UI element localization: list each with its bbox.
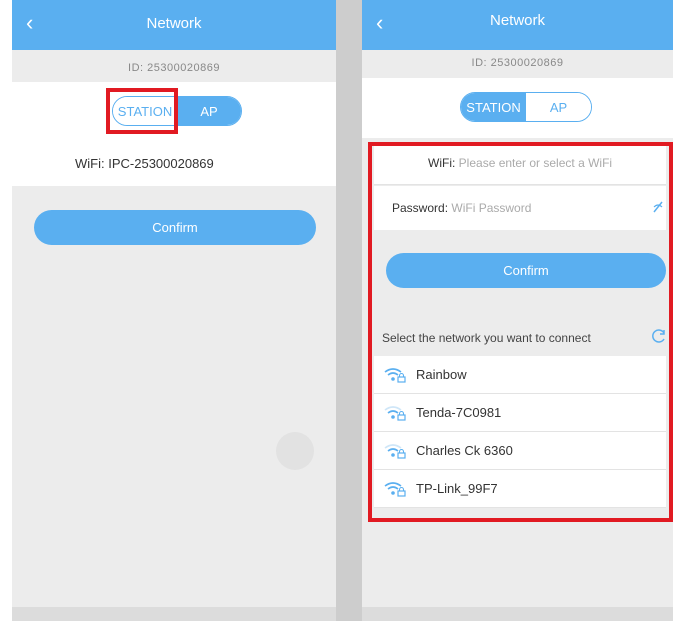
wifi-field[interactable]: WiFi: Please enter or select a WiFi <box>374 146 666 185</box>
network-name: Tenda-7C0981 <box>416 405 502 420</box>
page-title: Network <box>146 15 202 32</box>
header: ‹ Network <box>362 0 673 50</box>
network-name: Rainbow <box>416 367 467 382</box>
wifi-lock-icon <box>384 405 406 421</box>
mode-toggle[interactable]: STATION AP <box>460 92 592 122</box>
wifi-row: WiFi: IPC-25300020869 <box>75 156 214 171</box>
ap-tab[interactable]: AP <box>177 97 241 125</box>
refresh-icon[interactable] <box>651 328 667 344</box>
wifi-label: WiFi: <box>428 156 456 170</box>
left-screen: ‹ Network ID: 25300020869 STATION AP WiF… <box>12 0 336 621</box>
wifi-lock-icon <box>384 443 406 459</box>
page-title: Network <box>489 12 545 29</box>
confirm-button[interactable]: Confirm <box>386 253 666 288</box>
divider <box>336 0 362 621</box>
network-name: TP-Link_99F7 <box>416 481 498 496</box>
station-tab[interactable]: STATION <box>461 93 526 121</box>
password-label: Password: <box>392 201 449 215</box>
header: ‹ Network <box>12 0 336 50</box>
mode-section: STATION AP WiFi: IPC-25300020869 <box>12 82 336 186</box>
mode-section: STATION AP <box>362 78 673 138</box>
password-field[interactable]: Password: WiFi Password <box>374 186 666 230</box>
password-row: Password: WiFi Password <box>392 201 531 215</box>
station-tab[interactable]: STATION <box>113 97 177 125</box>
device-id: ID: 25300020869 <box>128 62 220 74</box>
network-item[interactable]: Charles Ck 6360 <box>374 432 666 470</box>
wifi-value: IPC-25300020869 <box>108 156 214 171</box>
device-id: ID: 25300020869 <box>471 57 564 69</box>
bottom-bar <box>362 607 673 621</box>
floating-button[interactable] <box>276 432 314 470</box>
wifi-row: WiFi: Please enter or select a WiFi <box>428 156 612 170</box>
ap-tab[interactable]: AP <box>526 93 591 121</box>
network-item[interactable]: Rainbow <box>374 356 666 394</box>
network-item[interactable]: Tenda-7C0981 <box>374 394 666 432</box>
wifi-label: WiFi: <box>75 156 105 171</box>
eye-icon[interactable] <box>652 200 664 214</box>
password-input[interactable]: WiFi Password <box>451 201 531 215</box>
wifi-lock-icon <box>384 367 406 383</box>
wifi-lock-icon <box>384 481 406 497</box>
mode-toggle[interactable]: STATION AP <box>112 96 242 126</box>
wifi-input[interactable]: Please enter or select a WiFi <box>459 156 612 170</box>
confirm-button[interactable]: Confirm <box>34 210 316 245</box>
network-item[interactable]: TP-Link_99F7 <box>374 470 666 508</box>
right-screen: ‹ Network ID: 25300020869 STATION AP WiF… <box>362 0 673 621</box>
select-network-label: Select the network you want to connect <box>382 331 591 345</box>
bottom-bar <box>12 607 336 621</box>
network-name: Charles Ck 6360 <box>416 443 513 458</box>
